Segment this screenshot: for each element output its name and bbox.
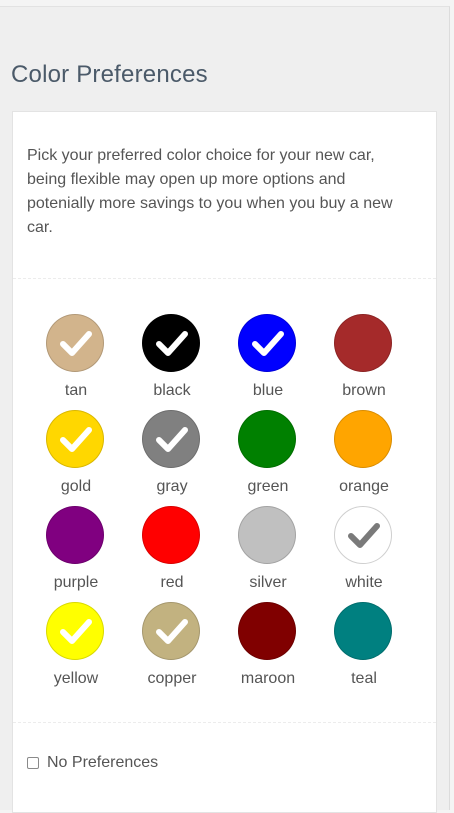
checkmark-icon <box>156 331 188 356</box>
checkmark-icon <box>60 427 92 452</box>
description-text: Pick your preferred color choice for you… <box>27 147 393 236</box>
color-swatch-silver[interactable]: silver <box>220 506 316 602</box>
page-title: Color Preferences <box>11 61 208 88</box>
color-swatch-purple[interactable]: purple <box>28 506 124 602</box>
color-circle[interactable] <box>238 314 296 372</box>
color-swatch-red[interactable]: red <box>124 506 220 602</box>
color-label: tan <box>64 382 88 399</box>
color-circle[interactable] <box>142 602 200 660</box>
color-circle[interactable] <box>334 602 392 660</box>
color-swatch-green[interactable]: green <box>220 410 316 506</box>
color-swatch-black[interactable]: black <box>124 314 220 410</box>
color-swatch-orange[interactable]: orange <box>316 410 412 506</box>
color-circle[interactable] <box>334 314 392 372</box>
color-label: black <box>153 382 191 399</box>
color-swatch-teal[interactable]: teal <box>316 602 412 698</box>
color-swatch-brown[interactable]: brown <box>316 314 412 410</box>
divider <box>13 722 436 723</box>
color-swatch-tan[interactable]: tan <box>28 314 124 410</box>
color-circle[interactable] <box>334 410 392 468</box>
color-label: blue <box>252 382 284 399</box>
color-circle[interactable] <box>142 410 200 468</box>
color-circle[interactable] <box>238 506 296 564</box>
checkmark-icon <box>156 427 188 452</box>
checkmark-icon <box>348 523 380 548</box>
no-preferences-checkbox[interactable] <box>27 757 39 769</box>
color-circle[interactable] <box>46 410 104 468</box>
color-label: red <box>160 574 184 591</box>
color-circle[interactable] <box>46 602 104 660</box>
color-circle[interactable] <box>334 506 392 564</box>
color-label: yellow <box>53 670 99 687</box>
color-label: maroon <box>240 670 296 687</box>
no-preferences-label: No Preferences <box>47 754 159 771</box>
page-panel: Color Preferences Pick your preferred co… <box>0 6 450 813</box>
checkmark-icon <box>156 619 188 644</box>
color-label: gray <box>156 478 188 495</box>
color-circle[interactable] <box>46 314 104 372</box>
color-label: orange <box>339 478 389 495</box>
color-circle[interactable] <box>142 506 200 564</box>
divider <box>13 278 436 279</box>
color-swatch-gold[interactable]: gold <box>28 410 124 506</box>
color-label: teal <box>351 670 377 687</box>
color-circle[interactable] <box>238 410 296 468</box>
color-label: green <box>247 478 289 495</box>
color-label: brown <box>342 382 386 399</box>
color-label: copper <box>147 670 197 687</box>
checkmark-icon <box>252 331 284 356</box>
color-label: white <box>345 574 383 591</box>
color-swatch-blue[interactable]: blue <box>220 314 316 410</box>
color-preferences-card: Pick your preferred color choice for you… <box>12 111 437 813</box>
color-label: purple <box>53 574 99 591</box>
color-label: gold <box>60 478 92 495</box>
color-swatch-gray[interactable]: gray <box>124 410 220 506</box>
color-label: silver <box>249 574 287 591</box>
color-swatch-white[interactable]: white <box>316 506 412 602</box>
no-preferences-option[interactable]: No Preferences <box>27 754 158 772</box>
checkmark-icon <box>60 619 92 644</box>
checkmark-icon <box>60 331 92 356</box>
color-circle[interactable] <box>142 314 200 372</box>
color-swatch-copper[interactable]: copper <box>124 602 220 698</box>
color-swatch-maroon[interactable]: maroon <box>220 602 316 698</box>
color-circle[interactable] <box>238 602 296 660</box>
color-circle[interactable] <box>46 506 104 564</box>
color-swatch-yellow[interactable]: yellow <box>28 602 124 698</box>
